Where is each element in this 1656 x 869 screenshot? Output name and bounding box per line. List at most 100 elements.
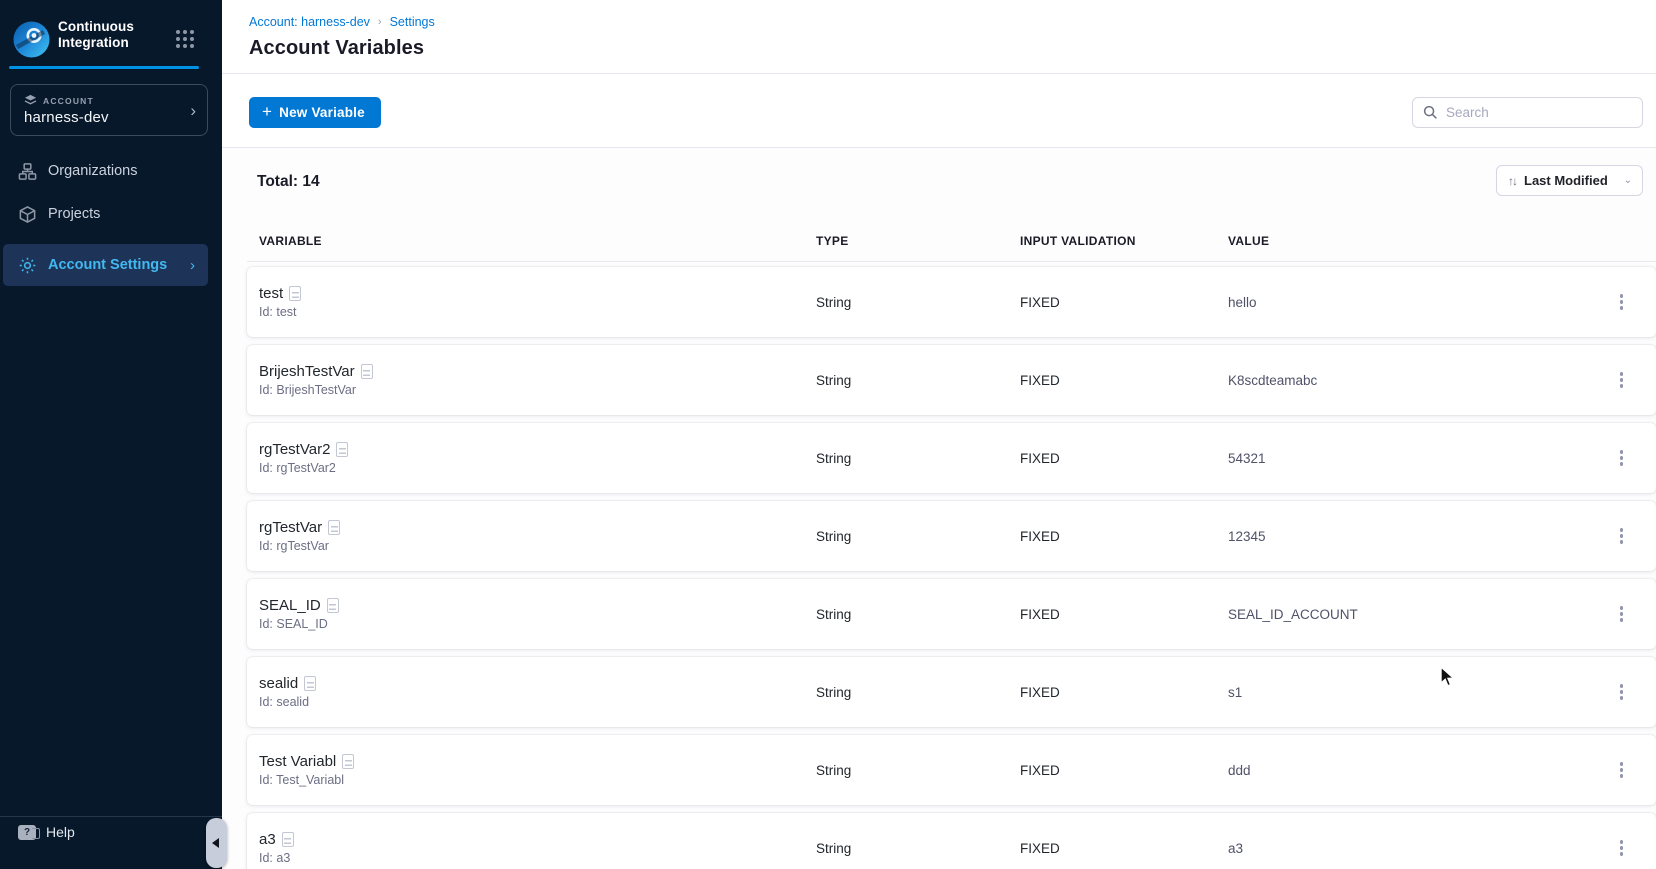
variable-name: a3 [259, 831, 276, 848]
variable-type: String [816, 528, 852, 544]
sidebar-divider [0, 816, 222, 817]
variable-input-validation: FIXED [1020, 450, 1060, 466]
variable-input-validation: FIXED [1020, 528, 1060, 544]
variables-list-section: Total: 14 ↑↓ Last Modified ⌄ VARIABLE TY… [222, 148, 1656, 869]
variable-type: String [816, 606, 852, 622]
sort-arrows-icon: ↑↓ [1508, 173, 1518, 188]
gear-icon [17, 255, 37, 275]
sidebar-item-account-settings[interactable]: Account Settings › [3, 244, 208, 286]
page-header: Account: harness-dev › Settings Account … [222, 0, 1656, 74]
variable-id: Id: rgTestVar [259, 539, 329, 553]
app-window: Continuous Integration ACCOUNT harness-d… [0, 0, 1656, 869]
product-title: Continuous Integration [58, 19, 134, 50]
sidebar-nav: Organizations Projects Account Settings … [0, 150, 222, 286]
search-input[interactable] [1446, 105, 1642, 120]
row-menu-kebab-icon[interactable] [1612, 366, 1632, 394]
sidebar-collapse-handle[interactable] [206, 818, 227, 868]
help-button[interactable]: Help [18, 824, 75, 840]
row-menu-kebab-icon[interactable] [1612, 288, 1632, 316]
sort-dropdown[interactable]: ↑↓ Last Modified ⌄ [1496, 165, 1643, 196]
sidebar-item-organizations[interactable]: Organizations [0, 150, 222, 192]
app-switcher-grid-icon[interactable] [174, 28, 196, 50]
variable-type: String [816, 762, 852, 778]
variable-id: Id: rgTestVar2 [259, 461, 336, 475]
table-row[interactable]: sealid Id: sealid String FIXED s1 [247, 657, 1656, 727]
table-row[interactable]: rgTestVar Id: rgTestVar String FIXED 123… [247, 501, 1656, 571]
brand-header: Continuous Integration [0, 0, 222, 69]
variable-value: a3 [1228, 840, 1244, 856]
sidebar-item-projects[interactable]: Projects [0, 193, 222, 235]
variable-value: SEAL_ID_ACCOUNT [1228, 606, 1358, 622]
missing-glyph-box-icon [289, 286, 302, 301]
row-menu-kebab-icon[interactable] [1612, 678, 1632, 706]
variable-type: String [816, 450, 852, 466]
row-menu-kebab-icon[interactable] [1612, 444, 1632, 472]
variable-input-validation: FIXED [1020, 294, 1060, 310]
breadcrumb-settings-link[interactable]: Settings [390, 15, 435, 29]
missing-glyph-box-icon [328, 520, 341, 535]
sidebar-item-label: Organizations [48, 163, 138, 179]
variable-value: hello [1228, 294, 1257, 310]
breadcrumb-account-link[interactable]: Account: harness-dev [249, 15, 370, 29]
variable-id: Id: test [259, 305, 297, 319]
variable-id: Id: BrijeshTestVar [259, 383, 357, 397]
page-title: Account Variables [249, 37, 425, 59]
variable-name: BrijeshTestVar [259, 363, 355, 380]
variable-name: test [259, 285, 284, 302]
chevron-down-icon: ⌄ [1623, 175, 1632, 186]
toolbar: + New Variable [222, 75, 1656, 148]
variable-type: String [816, 294, 852, 310]
row-menu-kebab-icon[interactable] [1612, 834, 1632, 862]
table-row[interactable]: SEAL_ID Id: SEAL_ID String FIXED SEAL_ID… [247, 579, 1656, 649]
variable-input-validation: FIXED [1020, 606, 1060, 622]
row-menu-kebab-icon[interactable] [1612, 600, 1632, 628]
account-name: harness-dev [24, 109, 109, 126]
brand-underline [9, 66, 199, 69]
variable-name: rgTestVar [259, 519, 323, 536]
plus-icon: + [262, 102, 273, 121]
main-content: Account: harness-dev › Settings Account … [222, 0, 1656, 869]
account-selector[interactable]: ACCOUNT harness-dev › [10, 84, 208, 136]
variable-value: ddd [1228, 762, 1251, 778]
table-row[interactable]: test Id: test String FIXED hello [247, 267, 1656, 337]
variable-name: rgTestVar2 [259, 441, 331, 458]
search-icon [1423, 105, 1437, 119]
missing-glyph-box-icon [360, 364, 373, 379]
variable-name: Test Variabl [259, 753, 337, 770]
breadcrumb-separator: › [377, 16, 382, 28]
table-row[interactable]: BrijeshTestVar Id: BrijeshTestVar String… [247, 345, 1656, 415]
help-chat-icon [18, 824, 40, 840]
search-box [1412, 97, 1643, 128]
variable-type: String [816, 684, 852, 700]
table-header-row: VARIABLE TYPE INPUT VALIDATION VALUE [247, 229, 1656, 253]
column-header-value: VALUE [1228, 234, 1270, 248]
chevron-right-icon: › [190, 256, 195, 274]
chevron-right-icon: › [190, 101, 196, 120]
table-row[interactable]: a3 Id: a3 String FIXED a3 [247, 813, 1656, 869]
variable-name: SEAL_ID [259, 597, 321, 614]
variable-name: sealid [259, 675, 299, 692]
harness-ci-logo-icon [13, 21, 50, 58]
table-header-divider [247, 261, 1656, 262]
variable-id: Id: a3 [259, 851, 291, 865]
new-variable-button[interactable]: + New Variable [249, 97, 381, 128]
variable-id: Id: Test_Variabl [259, 773, 345, 787]
column-header-input-validation: INPUT VALIDATION [1020, 234, 1136, 248]
variable-value: 54321 [1228, 450, 1266, 466]
variable-id: Id: SEAL_ID [259, 617, 328, 631]
variable-value: 12345 [1228, 528, 1266, 544]
sidebar-item-label: Account Settings [48, 257, 168, 273]
variable-input-validation: FIXED [1020, 762, 1060, 778]
missing-glyph-box-icon [281, 832, 294, 847]
row-menu-kebab-icon[interactable] [1612, 522, 1632, 550]
missing-glyph-box-icon [336, 442, 349, 457]
table-row[interactable]: rgTestVar2 Id: rgTestVar2 String FIXED 5… [247, 423, 1656, 493]
variable-value: s1 [1228, 684, 1243, 700]
cube-icon [17, 204, 37, 224]
row-menu-kebab-icon[interactable] [1612, 756, 1632, 784]
org-chart-icon [17, 161, 37, 181]
table-row[interactable]: Test Variabl Id: Test_Variabl String FIX… [247, 735, 1656, 805]
new-variable-label: New Variable [279, 105, 365, 120]
total-count: Total: 14 [257, 173, 320, 190]
column-header-variable: VARIABLE [259, 234, 322, 248]
